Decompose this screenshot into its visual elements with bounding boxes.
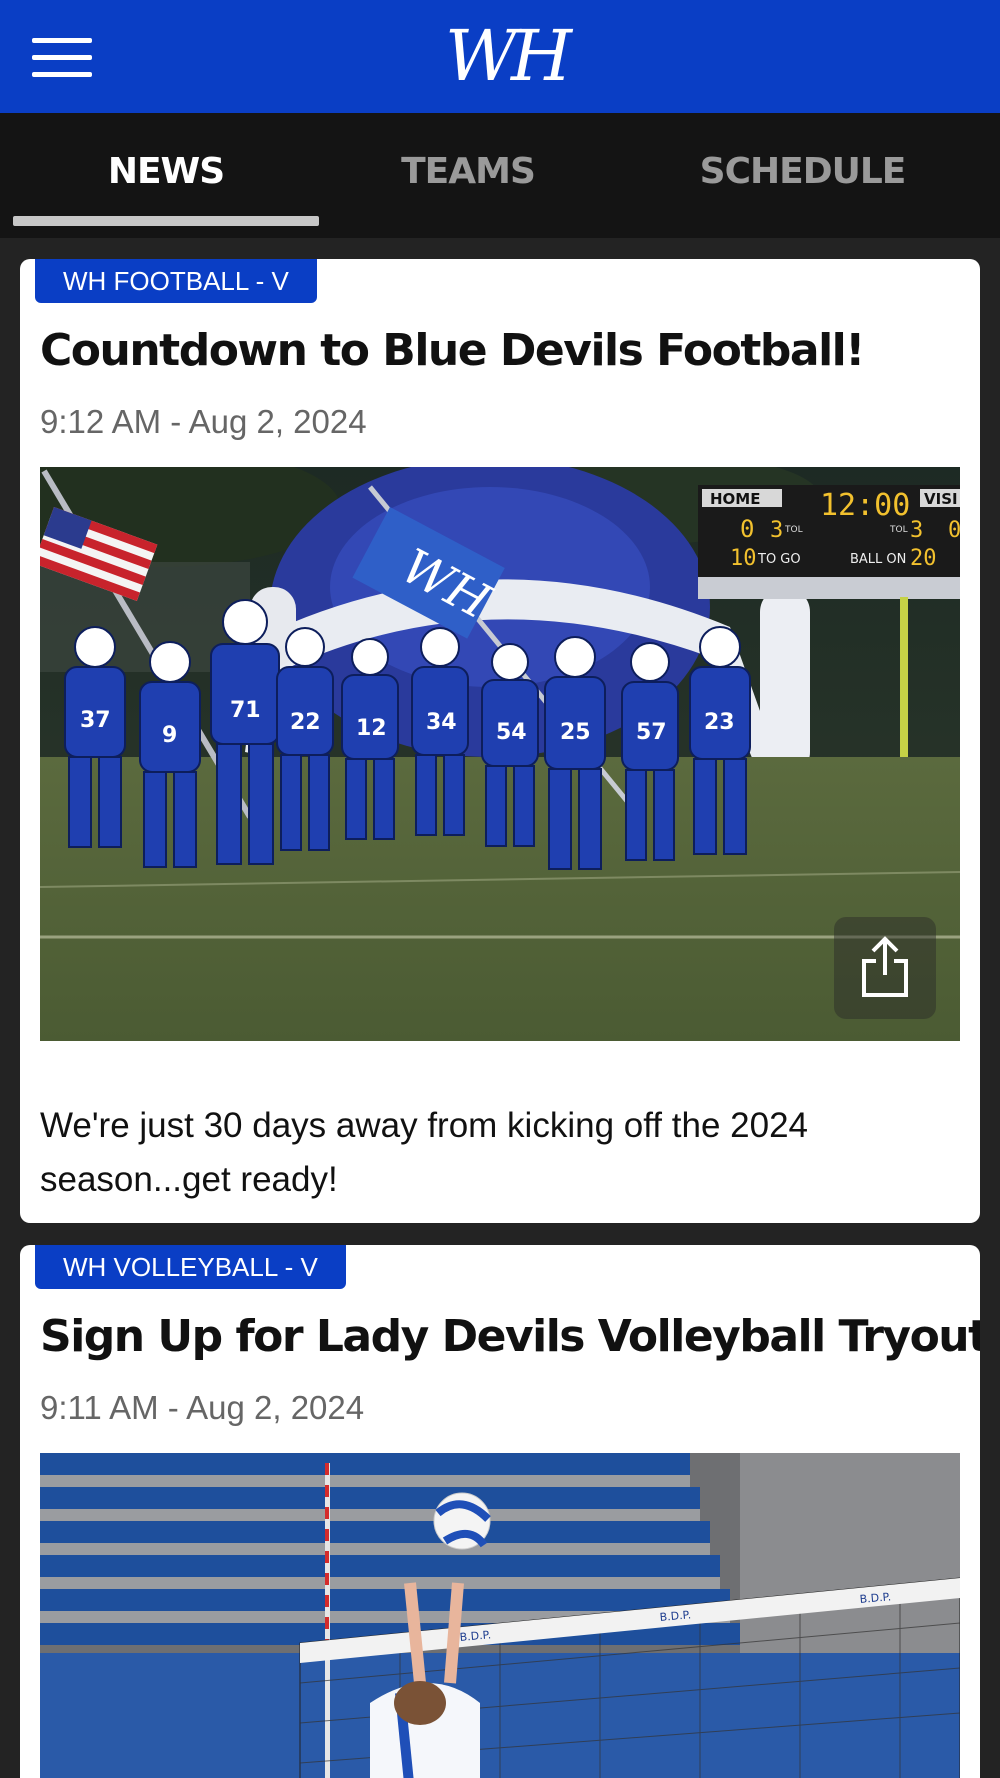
svg-text:B.D.P.: B.D.P. bbox=[859, 1590, 891, 1606]
football-team-photo: HOME 12:00 VISI 0 3 TOL TOL 3 0 10 TO GO… bbox=[40, 467, 960, 1041]
tab-schedule[interactable]: SCHEDULE bbox=[650, 113, 955, 228]
svg-text:10: 10 bbox=[730, 546, 757, 571]
svg-text:0: 0 bbox=[948, 518, 960, 543]
news-headline[interactable]: Countdown to Blue Devils Football! bbox=[40, 325, 960, 376]
news-timestamp: 9:12 AM - Aug 2, 2024 bbox=[40, 403, 367, 440]
svg-text:12: 12 bbox=[356, 716, 387, 741]
news-timestamp: 9:11 AM - Aug 2, 2024 bbox=[40, 1389, 365, 1426]
svg-text:B.D.P.: B.D.P. bbox=[459, 1628, 491, 1644]
svg-text:VISI: VISI bbox=[924, 490, 958, 508]
app-header: WH bbox=[0, 0, 1000, 113]
svg-text:57: 57 bbox=[636, 720, 667, 745]
svg-text:3: 3 bbox=[910, 518, 923, 543]
svg-text:9: 9 bbox=[162, 723, 177, 748]
tab-news[interactable]: NEWS bbox=[13, 113, 319, 228]
tab-teams[interactable]: TEAMS bbox=[318, 113, 618, 228]
svg-text:37: 37 bbox=[80, 708, 111, 733]
svg-text:20: 20 bbox=[910, 546, 937, 571]
svg-text:TO GO: TO GO bbox=[757, 552, 801, 567]
share-button[interactable] bbox=[834, 917, 936, 1019]
scoreboard: HOME 12:00 VISI 0 3 TOL TOL 3 0 10 TO GO… bbox=[698, 485, 960, 599]
news-photo-football[interactable]: HOME 12:00 VISI 0 3 TOL TOL 3 0 10 TO GO… bbox=[40, 467, 960, 1041]
svg-text:23: 23 bbox=[704, 710, 735, 735]
svg-text:TOL: TOL bbox=[889, 525, 908, 535]
news-photo-volleyball[interactable]: B.D.P. B.D.P. B.D.P. bbox=[40, 1453, 960, 1778]
team-badge[interactable]: WH FOOTBALL - V bbox=[35, 259, 317, 303]
svg-text:12:00: 12:00 bbox=[820, 488, 910, 523]
news-card[interactable]: WH VOLLEYBALL - V Sign Up for Lady Devil… bbox=[20, 1245, 980, 1778]
svg-text:HOME: HOME bbox=[710, 490, 760, 508]
svg-text:BALL ON: BALL ON bbox=[850, 552, 906, 567]
team-badge[interactable]: WH VOLLEYBALL - V bbox=[35, 1245, 346, 1289]
share-icon bbox=[862, 936, 908, 997]
school-logo: WH bbox=[445, 15, 572, 97]
svg-text:TOL: TOL bbox=[784, 525, 803, 535]
active-tab-indicator bbox=[13, 216, 319, 226]
hamburger-menu-icon[interactable] bbox=[32, 38, 92, 78]
section-tabs: NEWS TEAMS SCHEDULE bbox=[0, 113, 1000, 238]
svg-text:22: 22 bbox=[290, 710, 321, 735]
svg-text:25: 25 bbox=[560, 720, 591, 745]
news-summary: We're just 30 days away from kicking off… bbox=[40, 1106, 809, 1199]
news-card[interactable]: WH FOOTBALL - V Countdown to Blue Devils… bbox=[20, 259, 980, 1223]
svg-text:B.D.P.: B.D.P. bbox=[659, 1608, 691, 1624]
svg-text:3: 3 bbox=[770, 518, 783, 543]
volleyball-photo: B.D.P. B.D.P. B.D.P. bbox=[40, 1453, 960, 1778]
news-headline[interactable]: Sign Up for Lady Devils Volleyball Tryou… bbox=[40, 1311, 980, 1362]
svg-text:34: 34 bbox=[426, 710, 457, 735]
svg-text:71: 71 bbox=[230, 698, 261, 723]
svg-text:54: 54 bbox=[496, 720, 527, 745]
svg-text:0: 0 bbox=[740, 515, 754, 543]
